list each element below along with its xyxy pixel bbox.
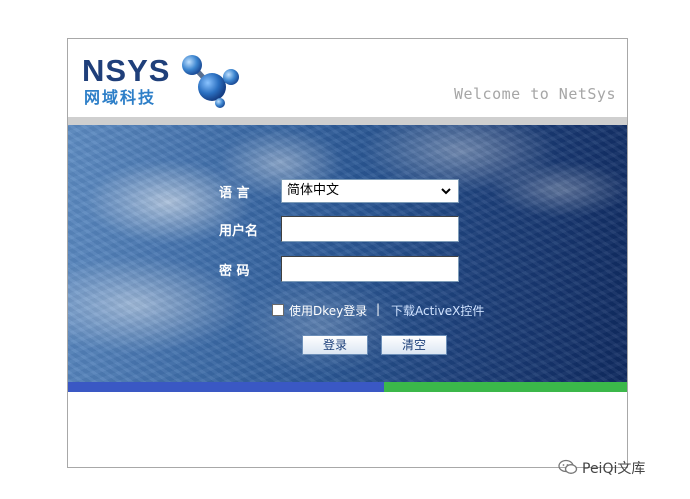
language-select[interactable]: 简体中文 xyxy=(281,179,459,203)
login-banner: 语 言 简体中文 用户名 密 码 使用Dkey登录 | 下载ActiveX控件 … xyxy=(68,125,627,382)
clear-button[interactable]: 清空 xyxy=(381,335,447,355)
login-window: NSYS 网域科技 Welcome to NetSys 语 言 简体中文 用户名… xyxy=(67,38,628,468)
username-input[interactable] xyxy=(281,216,459,242)
chevron-down-icon xyxy=(441,188,451,195)
wechat-icon xyxy=(558,459,578,474)
username-label: 用户名 xyxy=(219,224,259,239)
dkey-checkbox[interactable] xyxy=(272,304,284,316)
language-select-value: 简体中文 xyxy=(287,183,340,198)
footer-bar-green xyxy=(384,382,627,392)
logo-subtitle: 网域科技 xyxy=(84,88,157,107)
login-button[interactable]: 登录 xyxy=(302,335,368,355)
logo-text: NSYS xyxy=(82,53,171,88)
company-logo: NSYS 网域科技 xyxy=(82,53,239,113)
molecule-logo-icon xyxy=(182,55,239,108)
download-activex-link[interactable]: 下载ActiveX控件 xyxy=(391,302,484,319)
header-divider xyxy=(68,117,627,125)
language-label: 语 言 xyxy=(219,186,250,201)
dkey-checkbox-label[interactable]: 使用Dkey登录 xyxy=(289,302,367,319)
footer-bar-blue xyxy=(68,382,384,392)
welcome-text: Welcome to NetSys xyxy=(453,85,616,103)
watermark-text: PeiQi文库 xyxy=(582,461,646,477)
link-separator: | xyxy=(376,302,381,316)
password-label: 密 码 xyxy=(219,264,250,279)
password-input[interactable] xyxy=(281,256,459,282)
